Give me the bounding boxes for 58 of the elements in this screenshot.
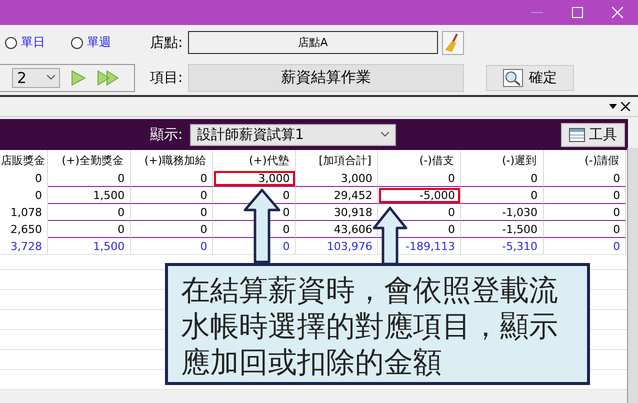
table-cell: 3,728 xyxy=(0,238,48,255)
radio-button[interactable]: 單週 xyxy=(71,34,111,51)
scrollbar[interactable] xyxy=(627,148,638,403)
radio-button[interactable]: 單日 xyxy=(5,34,45,51)
table-cell: 0 xyxy=(460,170,544,187)
item-label: 項目: xyxy=(149,68,184,86)
table-cell: 3,000 xyxy=(213,170,296,187)
table-cell: 0 xyxy=(130,187,214,204)
table-cell: 2,650 xyxy=(0,221,48,238)
table-cell: 0 xyxy=(378,170,461,187)
tools-button[interactable]: 工具 xyxy=(561,122,625,146)
table-cell: 0 xyxy=(48,204,131,221)
column-header: (+)職務加給 xyxy=(130,150,214,170)
table-cell: 0 xyxy=(0,187,48,204)
column-header: 店販獎金 xyxy=(0,150,48,170)
arrow xyxy=(372,206,408,266)
table-cell: 0 xyxy=(544,204,626,221)
table-cell: 0 xyxy=(544,238,626,255)
table-cell: 0 xyxy=(48,221,131,238)
search-icon xyxy=(503,68,523,86)
table-cell: 1,500 xyxy=(48,238,131,255)
week-dropdown[interactable]: 2 xyxy=(12,68,60,88)
table-cell: 103,976 xyxy=(296,238,378,255)
table-cell: 0 xyxy=(48,170,131,187)
store-field[interactable]: 店點A xyxy=(188,31,438,54)
table-cell: 0 xyxy=(130,170,214,187)
callout-note: 在結算薪資時，會依照登載流水帳時選擇的對應項目，顯示應加回或扣除的金額 xyxy=(165,263,590,385)
confirm-button[interactable]: 確定 xyxy=(486,64,574,90)
table-cell: 0 xyxy=(0,170,48,187)
table-cell: 30,918 xyxy=(296,204,378,221)
close-icon[interactable] xyxy=(621,102,630,111)
table-cell: 1,500 xyxy=(48,187,131,204)
broom-icon[interactable] xyxy=(442,30,464,54)
dropdown-arrow-icon[interactable] xyxy=(609,104,617,109)
table-cell: 0 xyxy=(544,221,626,238)
item-field[interactable]: 薪資結算作業 xyxy=(188,64,464,92)
table-cell: 0 xyxy=(544,170,626,187)
display-label: 顯示: xyxy=(150,126,184,144)
store-label: 店點: xyxy=(149,34,184,52)
table-cell: -1,030 xyxy=(460,204,544,221)
caret-icon xyxy=(47,75,55,80)
fast-forward-icon[interactable] xyxy=(96,70,120,86)
display-dropdown[interactable]: 設計師薪資試算1 xyxy=(190,124,396,146)
table-cell: 0 xyxy=(130,238,214,255)
table-cell: 1,078 xyxy=(0,204,48,221)
table-cell: 29,452 xyxy=(296,187,378,204)
table-icon xyxy=(569,128,585,142)
caret-icon xyxy=(381,132,389,137)
table-cell: 0 xyxy=(460,187,544,204)
table-cell: 0 xyxy=(130,221,214,238)
table-cell: -5,310 xyxy=(460,238,544,255)
play-icon[interactable] xyxy=(70,70,86,86)
table-cell: 3,000 xyxy=(296,170,378,187)
table-cell: 0 xyxy=(544,187,626,204)
table-cell: 0 xyxy=(130,204,214,221)
column-header: (-)請假 xyxy=(544,150,626,170)
table-cell: -1,500 xyxy=(460,221,544,238)
table-cell: -5,000 xyxy=(378,187,461,204)
